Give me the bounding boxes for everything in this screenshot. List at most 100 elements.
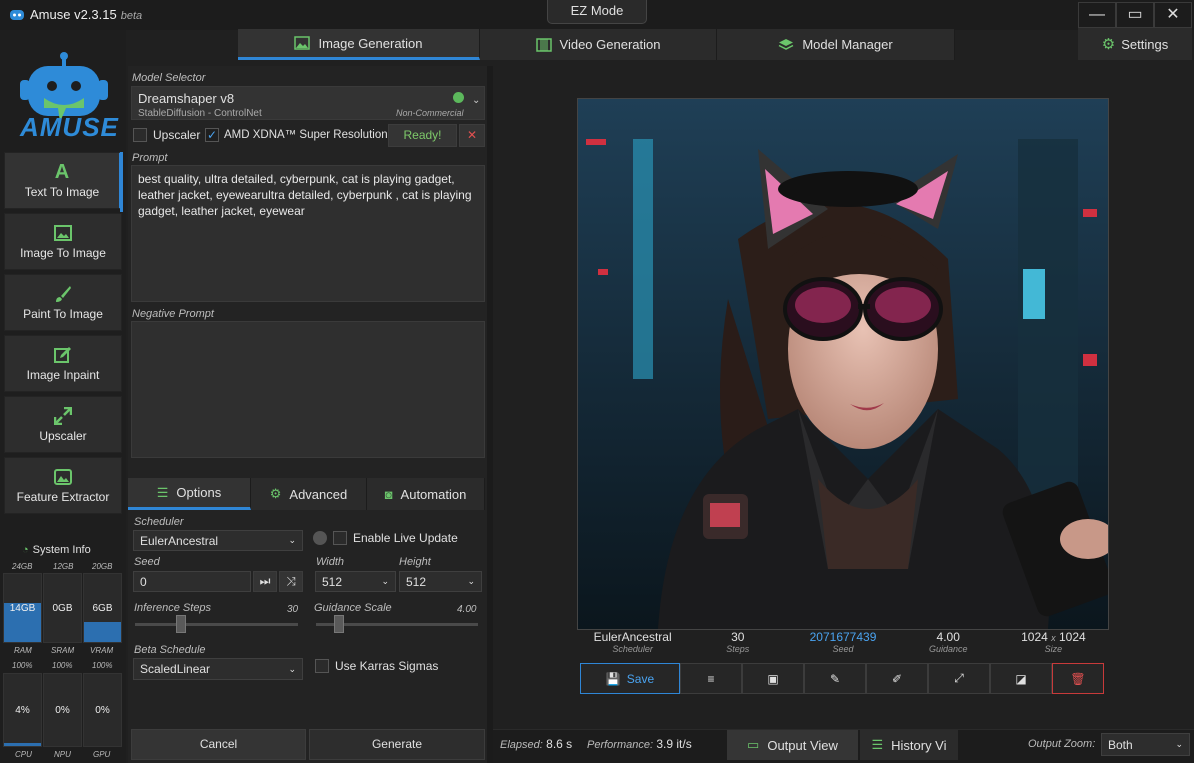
ram-meter: 14GB (3, 573, 42, 643)
nav-text-to-image[interactable]: A Text To Image (4, 152, 122, 209)
cpu-capacity: 100% (12, 661, 33, 670)
steps-slider[interactable] (135, 623, 298, 626)
nav-upscaler[interactable]: Upscaler (4, 396, 122, 453)
tab-label: Video Generation (559, 37, 661, 52)
tab-label: Model Manager (802, 37, 893, 52)
guidance-slider-thumb[interactable] (334, 615, 344, 633)
nav-label: Image Inpaint (26, 367, 100, 382)
elapsed-readout: Elapsed: 8.6 s (500, 737, 573, 751)
width-select[interactable]: 512 ⌄ (315, 571, 396, 592)
beta-schedule-select[interactable]: ScaledLinear ⌄ (133, 658, 303, 680)
generation-stats: EulerAncestral Scheduler 30 Steps 20716774… (580, 630, 1106, 660)
options-tabs: ☰ Options ⚙ Advanced ◙ Automation (128, 478, 485, 510)
stat-steps: 30 Steps (726, 630, 750, 654)
settings-label: Settings (1121, 36, 1169, 52)
chevron-down-icon: ⌄ (1175, 739, 1183, 749)
gears-icon: ⚙ (269, 486, 282, 501)
stat-seed[interactable]: 2071677439 Seed (790, 630, 895, 660)
logo-text: AMUSE (20, 112, 119, 142)
tab-options[interactable]: ☰ Options (128, 478, 251, 510)
beta-schedule-label: Beta Schedule (134, 644, 206, 656)
width-value: 512 (322, 574, 343, 589)
tab-video-generation[interactable]: Video Generation (480, 29, 717, 60)
inpaint-edit-icon[interactable]: ✐ (866, 663, 928, 694)
gear-icon: ⚙ (1101, 36, 1116, 53)
prompt-details-icon[interactable]: ≡ (680, 663, 742, 694)
nav-label: Text To Image (24, 184, 100, 199)
seed-input[interactable]: 0 (133, 571, 251, 592)
sram-meter: 0GB (43, 573, 82, 643)
minimize-button[interactable]: — (1078, 2, 1116, 28)
prompt-textarea[interactable]: best quality, ultra detailed, cyberpunk,… (131, 165, 485, 302)
stat-scheduler: EulerAncestral Scheduler (593, 630, 672, 654)
model-license: Non-Commercial (396, 108, 464, 118)
guidance-value: 4.00 (457, 604, 477, 615)
nav-image-inpaint[interactable]: Image Inpaint (4, 335, 122, 392)
xdna-label: AMD XDNA™ Super Resolution (224, 129, 388, 141)
nav-paint-to-image[interactable]: Paint To Image (4, 274, 122, 331)
karras-label: Use Karras Sigmas (335, 659, 439, 673)
tab-model-manager[interactable]: Model Manager (717, 29, 955, 60)
height-select[interactable]: 512 ⌄ (399, 571, 482, 592)
skip-seed-icon[interactable]: ⏭ (253, 571, 277, 592)
robot-icon: ◙ (384, 486, 393, 502)
paint-brush-icon[interactable]: ✎ (804, 663, 866, 694)
chevron-down-icon: ⌄ (288, 663, 296, 674)
vram-label: VRAM (90, 646, 114, 655)
brush-icon (56, 285, 71, 302)
gpu-meter: 0% (83, 673, 122, 747)
nav-label: Feature Extractor (16, 489, 110, 504)
live-update-checkbox[interactable]: Enable Live Update (333, 531, 458, 545)
random-seed-icon[interactable]: ⤨ (279, 571, 303, 592)
gpu-label: GPU (93, 750, 111, 759)
ready-button[interactable]: Ready! (388, 124, 457, 147)
image-to-image-icon[interactable]: ▣ (742, 663, 804, 694)
nav-feature-extractor[interactable]: Feature Extractor (4, 457, 122, 514)
feature-extract-icon[interactable]: ◪ (990, 663, 1052, 694)
steps-slider-thumb[interactable] (176, 615, 186, 633)
delete-trash-icon[interactable]: 🗑 (1052, 663, 1104, 694)
ram-label: RAM (14, 646, 32, 655)
upscale-expand-icon[interactable]: ⤢ (928, 663, 990, 694)
model-selector[interactable]: Dreamshaper v8 StableDiffusion - Control… (131, 86, 485, 120)
live-update-toggle[interactable] (313, 531, 327, 545)
maximize-button[interactable]: ▭ (1116, 2, 1154, 28)
tab-image-generation[interactable]: Image Generation (238, 29, 480, 60)
chevron-down-icon: ⌄ (381, 576, 389, 586)
checkmark-icon: ✓ (205, 128, 219, 142)
generate-button[interactable]: Generate (309, 729, 485, 760)
output-zoom-label: Output Zoom: (1028, 738, 1096, 750)
checkbox-icon (133, 128, 147, 142)
xdna-checkbox[interactable]: ✓ AMD XDNA™ Super Resolution (205, 128, 388, 142)
tab-automation[interactable]: ◙ Automation (367, 478, 485, 510)
history-view-button[interactable]: ☰ History Vi (860, 730, 959, 760)
output-zoom-value: Both (1108, 737, 1133, 752)
tab-advanced[interactable]: ⚙ Advanced (251, 478, 367, 510)
unload-x-icon[interactable]: ✕ (459, 124, 485, 147)
karras-checkbox[interactable]: Use Karras Sigmas (315, 659, 438, 673)
steps-label: Inference Steps (134, 602, 212, 614)
negative-prompt-textarea[interactable] (131, 321, 485, 458)
output-zoom-select[interactable]: Both ⌄ (1101, 733, 1190, 756)
live-update-label: Enable Live Update (353, 531, 458, 545)
model-name: Dreamshaper v8 (138, 91, 235, 106)
upscaler-checkbox[interactable]: Upscaler (133, 128, 200, 142)
nav-image-to-image[interactable]: Image To Image (4, 213, 122, 270)
stat-guidance: 4.00 Guidance (928, 630, 968, 654)
cancel-button[interactable]: Cancel (131, 729, 306, 760)
generated-image[interactable] (577, 98, 1109, 630)
film-icon (535, 37, 552, 52)
output-view-button[interactable]: ▭ Output View (727, 730, 859, 760)
negative-prompt-label: Negative Prompt (132, 308, 214, 320)
letter-a-icon: A (54, 160, 70, 183)
settings-button[interactable]: ⚙ Settings (1078, 28, 1192, 60)
steps-value: 30 (287, 604, 299, 615)
ez-mode-button[interactable]: EZ Mode (547, 0, 647, 24)
save-button[interactable]: 💾 Save (580, 663, 680, 694)
layers-icon (778, 38, 794, 50)
scheduler-select[interactable]: EulerAncestral ⌄ (133, 530, 303, 551)
close-button[interactable]: ✕ (1154, 2, 1192, 28)
performance-readout: Performance: 3.9 it/s (587, 737, 692, 751)
amuse-logo-small-icon (10, 10, 24, 20)
model-pipeline: StableDiffusion - ControlNet (138, 108, 262, 119)
